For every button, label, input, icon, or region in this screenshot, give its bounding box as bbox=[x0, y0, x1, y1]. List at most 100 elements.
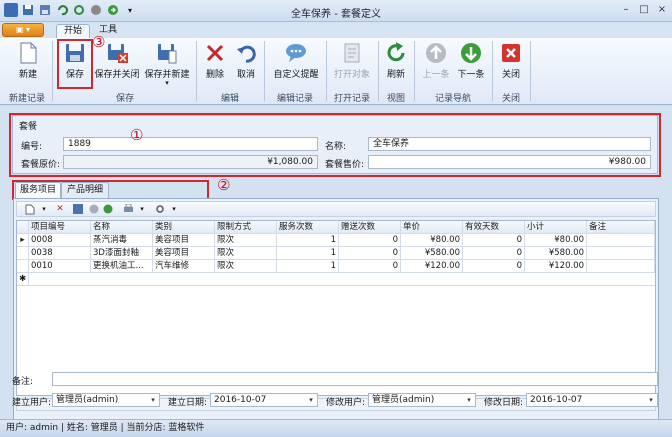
cell-note[interactable] bbox=[587, 247, 655, 260]
cell-note[interactable] bbox=[587, 260, 655, 273]
creator-select[interactable]: 管理员(admin) ▾ bbox=[52, 393, 160, 407]
annotation-2: ② bbox=[217, 176, 231, 194]
remark-input[interactable] bbox=[52, 372, 658, 386]
new-button[interactable]: 新建 bbox=[8, 41, 48, 87]
refresh-label: 刷新 bbox=[386, 70, 405, 80]
application-menu-button[interactable]: ▣ ▾ bbox=[2, 23, 44, 37]
cell-times[interactable]: 1 bbox=[277, 260, 339, 273]
cell-price[interactable]: ¥580.00 bbox=[401, 247, 463, 260]
grid-print-icon[interactable] bbox=[121, 203, 135, 215]
table-row[interactable]: ▸ 0008 蒸汽消毒 美容项目 限次 1 0 ¥80.00 0 ¥80.00 bbox=[17, 234, 655, 247]
col-gift[interactable]: 赠送次数 bbox=[339, 221, 401, 234]
row-indicator-header bbox=[17, 221, 29, 234]
cell-name[interactable]: 更换机油工... bbox=[91, 260, 153, 273]
close-button[interactable]: 关闭 bbox=[496, 41, 526, 87]
creator-value: 管理员(admin) bbox=[56, 395, 119, 405]
tab-start[interactable]: 开始 bbox=[56, 24, 90, 38]
cell-name[interactable]: 蒸汽消毒 bbox=[91, 234, 153, 247]
grid-save-icon[interactable] bbox=[71, 203, 85, 215]
cell-subtotal[interactable]: ¥120.00 bbox=[525, 260, 587, 273]
cell-price[interactable]: ¥120.00 bbox=[401, 260, 463, 273]
col-days[interactable]: 有效天数 bbox=[463, 221, 525, 234]
service-items-panel: ▾ ✕ ▾ ▾ 项目编号 名称 类别 限制方式 服务次数 赠送次数 单价 有效天… bbox=[13, 198, 659, 420]
group-separator bbox=[378, 41, 379, 101]
cell-code[interactable]: 0010 bbox=[29, 260, 91, 273]
prev-record-button[interactable]: 上一条 bbox=[420, 41, 452, 87]
remark-label: 备注: bbox=[12, 377, 34, 387]
cell-gift[interactable]: 0 bbox=[339, 247, 401, 260]
cell-price[interactable]: ¥80.00 bbox=[401, 234, 463, 247]
close-icon[interactable]: × bbox=[654, 2, 670, 17]
table-row[interactable]: 0038 3D漆面封釉 美容项目 限次 1 0 ¥580.00 0 ¥580.0… bbox=[17, 247, 655, 260]
cell-category[interactable]: 汽车维修 bbox=[153, 260, 215, 273]
cell-category[interactable]: 美容项目 bbox=[153, 247, 215, 260]
col-category[interactable]: 类别 bbox=[153, 221, 215, 234]
modify-date-select[interactable]: 2016-10-07 ▾ bbox=[526, 393, 658, 407]
creator-label: 建立用户: bbox=[12, 398, 52, 408]
refresh-button[interactable]: 刷新 bbox=[382, 41, 410, 87]
create-date-select[interactable]: 2016-10-07 ▾ bbox=[210, 393, 318, 407]
cell-category[interactable]: 美容项目 bbox=[153, 234, 215, 247]
open-object-button[interactable]: 打开对象 bbox=[330, 41, 374, 87]
chevron-down-icon[interactable]: ▾ bbox=[167, 203, 181, 215]
cell-times[interactable]: 1 bbox=[277, 234, 339, 247]
cell-days[interactable]: 0 bbox=[463, 260, 525, 273]
table-row[interactable]: 0010 更换机油工... 汽车维修 限次 1 0 ¥120.00 0 ¥120… bbox=[17, 260, 655, 273]
delete-row-icon[interactable]: ✕ bbox=[53, 203, 67, 215]
save-highlight-box bbox=[57, 39, 93, 89]
annotation-3: ③ bbox=[92, 33, 106, 51]
chevron-down-icon[interactable]: ▾ bbox=[37, 203, 51, 215]
col-code[interactable]: 项目编号 bbox=[29, 221, 91, 234]
new-row[interactable]: ✱ bbox=[17, 273, 655, 286]
cell-days[interactable]: 0 bbox=[463, 234, 525, 247]
chevron-down-icon: ▾ bbox=[649, 396, 653, 404]
form-area: 套餐 编号: 1889 名称: 全车保养 套餐原价: ¥1,080.00 套餐售… bbox=[0, 106, 672, 437]
col-price[interactable]: 单价 bbox=[401, 221, 463, 234]
group-open-record-label: 打开记录 bbox=[333, 94, 370, 104]
cell-limit[interactable]: 限次 bbox=[215, 234, 277, 247]
grid-toolbar: ▾ ✕ ▾ ▾ bbox=[16, 201, 656, 217]
cancel-label: 取消 bbox=[236, 70, 255, 80]
cell-limit[interactable]: 限次 bbox=[215, 247, 277, 260]
cell-gift[interactable]: 0 bbox=[339, 234, 401, 247]
service-items-grid: 项目编号 名称 类别 限制方式 服务次数 赠送次数 单价 有效天数 小计 备注 … bbox=[16, 220, 656, 396]
cell-code[interactable]: 0038 bbox=[29, 247, 91, 260]
cell-code[interactable]: 0008 bbox=[29, 234, 91, 247]
cell-gift[interactable]: 0 bbox=[339, 260, 401, 273]
maximize-icon[interactable]: □ bbox=[636, 2, 652, 17]
cancel-button[interactable]: 取消 bbox=[232, 41, 260, 87]
col-times[interactable]: 服务次数 bbox=[277, 221, 339, 234]
next-record-button[interactable]: 下一条 bbox=[454, 41, 488, 87]
cell-days[interactable]: 0 bbox=[463, 247, 525, 260]
new-row-cells[interactable] bbox=[29, 273, 655, 286]
custom-remind-button[interactable]: 自定义提醒 bbox=[270, 41, 322, 87]
minimize-icon[interactable]: – bbox=[618, 2, 634, 17]
save-new-button[interactable]: 保存并新建 ▾ bbox=[143, 41, 191, 87]
col-name[interactable]: 名称 bbox=[91, 221, 153, 234]
group-separator bbox=[196, 41, 197, 101]
grid-go-icon[interactable] bbox=[101, 203, 115, 215]
cell-note[interactable] bbox=[587, 234, 655, 247]
cell-times[interactable]: 1 bbox=[277, 247, 339, 260]
cell-name[interactable]: 3D漆面封釉 bbox=[91, 247, 153, 260]
cell-limit[interactable]: 限次 bbox=[215, 260, 277, 273]
col-note[interactable]: 备注 bbox=[587, 221, 655, 234]
chevron-down-icon[interactable]: ▾ bbox=[135, 203, 149, 215]
delete-button[interactable]: 删除 bbox=[201, 41, 229, 87]
group-save-label: 保存 bbox=[115, 94, 134, 104]
grid-stop-icon[interactable] bbox=[87, 203, 101, 215]
col-limit[interactable]: 限制方式 bbox=[215, 221, 277, 234]
new-row-icon[interactable] bbox=[23, 203, 37, 215]
group-separator bbox=[326, 41, 327, 101]
package-highlight-box bbox=[9, 113, 661, 177]
col-subtotal[interactable]: 小计 bbox=[525, 221, 587, 234]
modifier-select[interactable]: 管理员(admin) ▾ bbox=[368, 393, 476, 407]
open-object-label: 打开对象 bbox=[333, 70, 370, 80]
grid-settings-icon[interactable] bbox=[153, 203, 167, 215]
chevron-down-icon: ▾ bbox=[151, 396, 155, 404]
chevron-down-icon: ▾ bbox=[165, 79, 169, 87]
cell-subtotal[interactable]: ¥80.00 bbox=[525, 234, 587, 247]
window-title: 全车保养 - 套餐定义 bbox=[291, 9, 381, 20]
save-close-label: 保存并关闭 bbox=[94, 70, 140, 80]
cell-subtotal[interactable]: ¥580.00 bbox=[525, 247, 587, 260]
